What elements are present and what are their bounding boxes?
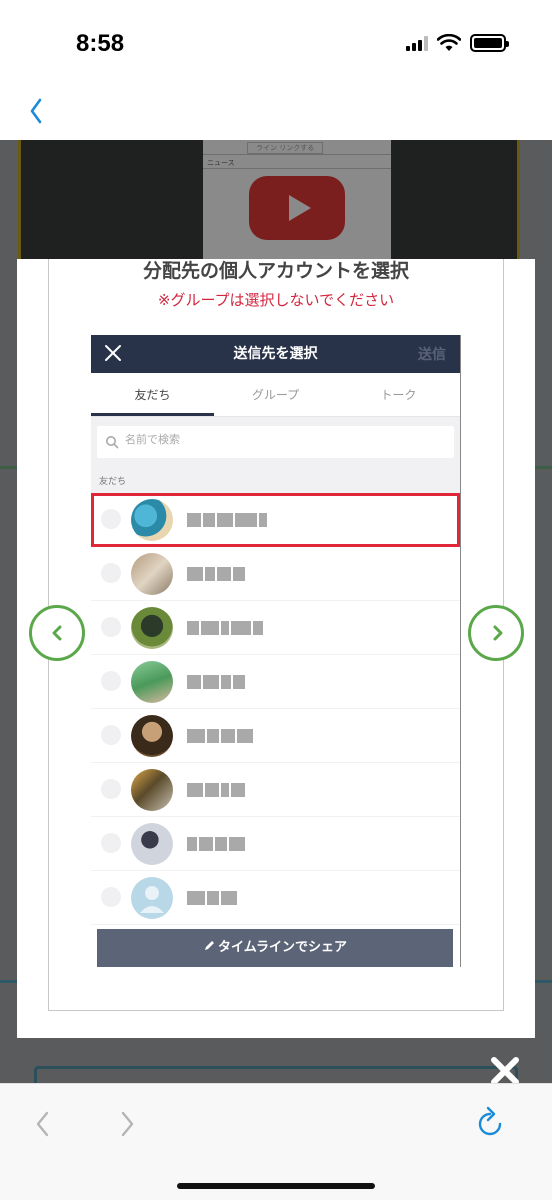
browser-forward-icon[interactable] [116, 1108, 138, 1140]
select-radio [101, 725, 121, 745]
friend-row [91, 655, 460, 709]
prev-slide-button[interactable] [29, 605, 85, 661]
default-avatar-icon [131, 877, 173, 919]
blurred-name [187, 837, 245, 851]
friends-section-label: 友だち [91, 469, 460, 493]
avatar [131, 823, 173, 865]
avatar [131, 607, 173, 649]
friend-row [91, 871, 460, 925]
blurred-name [187, 891, 237, 905]
blurred-name [187, 783, 245, 797]
select-radio [101, 887, 121, 907]
line-header-title: 送信先を選択 [233, 346, 318, 362]
select-radio [101, 617, 121, 637]
line-share-screenshot: 送信先を選択 送信 友だち グループ トーク 友だち [91, 335, 461, 967]
blurred-name [187, 513, 267, 527]
select-radio [101, 671, 121, 691]
arrow-left-icon [52, 625, 62, 641]
signal-icon [406, 35, 428, 51]
tab-talk: トーク [380, 388, 417, 402]
home-indicator [177, 1183, 375, 1189]
line-search-input [125, 433, 425, 446]
next-slide-button[interactable] [468, 605, 524, 661]
battery-icon [470, 34, 509, 52]
select-radio [101, 563, 121, 583]
select-radio [101, 833, 121, 853]
friend-row [91, 817, 460, 871]
modal-note: ※グループは選択しないでください [157, 291, 395, 309]
blurred-name [187, 675, 245, 689]
tab-friends: 友だち [91, 373, 214, 416]
timeline-share-button: タイムラインでシェア [97, 929, 453, 967]
friend-row [91, 547, 460, 601]
select-radio [101, 509, 121, 529]
friend-row-highlighted [91, 493, 460, 547]
avatar [131, 661, 173, 703]
back-chevron-icon[interactable] [26, 94, 48, 128]
line-header: 送信先を選択 送信 [91, 335, 460, 373]
modal-dialog: 分配先の個人アカウントを選択 ※グループは選択しないでください 送信先を選択 送… [17, 259, 535, 1038]
video-embed: ライン リンクする ニュース [18, 140, 520, 260]
arrow-right-icon [493, 625, 503, 641]
line-search-box [97, 426, 454, 458]
avatar [131, 769, 173, 811]
blurred-name [187, 621, 263, 635]
wifi-icon [437, 34, 461, 51]
friend-row [91, 763, 460, 817]
browser-toolbar [0, 1083, 552, 1200]
status-bar: 8:58 [0, 0, 552, 88]
status-icons [406, 34, 509, 52]
tab-groups: グループ [251, 388, 300, 402]
timeline-share-label: タイムラインでシェア [217, 940, 348, 955]
friend-row [91, 709, 460, 763]
search-icon [106, 436, 119, 449]
avatar [131, 553, 173, 595]
line-send-label: 送信 [418, 347, 446, 363]
avatar [131, 499, 173, 541]
thumb-mini-label: ライン リンクする [247, 142, 324, 154]
line-tabs: 友だち グループ トーク [91, 373, 460, 417]
background-box [34, 1066, 518, 1083]
blurred-name [187, 729, 253, 743]
line-search-area [91, 417, 460, 469]
pencil-icon [204, 941, 214, 950]
avatar [131, 715, 173, 757]
browser-back-icon[interactable] [32, 1108, 54, 1140]
friend-row [91, 601, 460, 655]
video-thumbnail: ライン リンクする ニュース [203, 140, 391, 260]
youtube-play-icon[interactable] [249, 176, 345, 240]
top-nav [0, 88, 552, 140]
reload-icon[interactable] [474, 1104, 506, 1140]
thumb-news-label: ニュース [207, 159, 235, 167]
blurred-name [187, 567, 245, 581]
status-time: 8:58 [76, 30, 125, 57]
modal-title: 分配先の個人アカウントを選択 [142, 260, 409, 282]
select-radio [101, 779, 121, 799]
